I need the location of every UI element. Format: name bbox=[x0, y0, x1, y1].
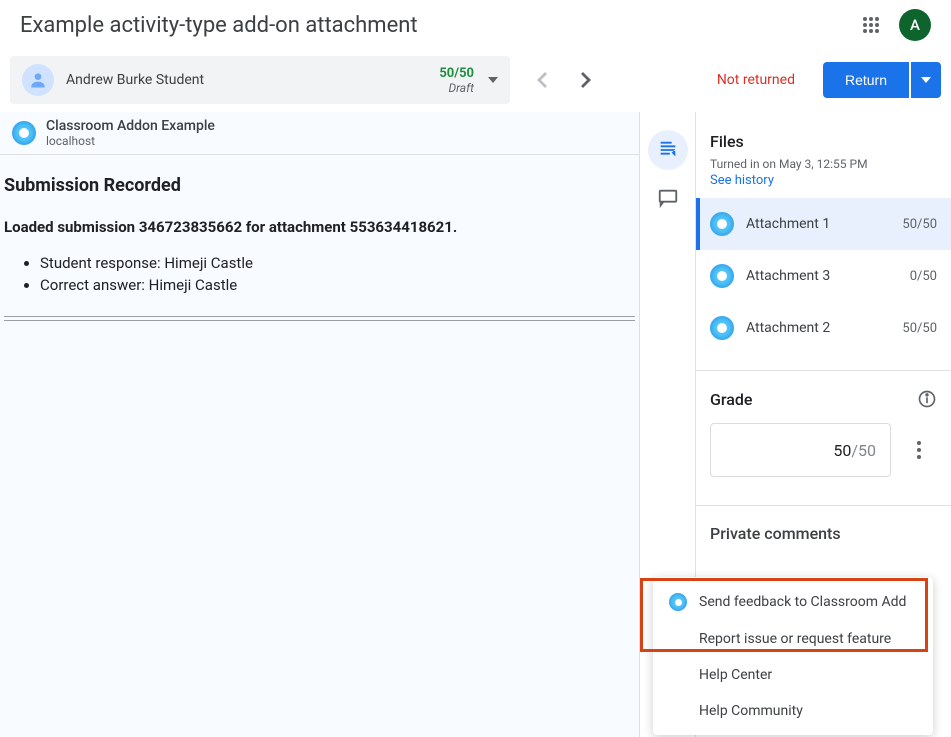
attachment-name: Attachment 1 bbox=[746, 216, 890, 232]
student-selector[interactable]: Andrew Burke Student 50/50 Draft bbox=[10, 56, 510, 104]
apps-icon[interactable] bbox=[859, 13, 883, 37]
prev-student-button[interactable] bbox=[522, 60, 562, 100]
files-title: Files bbox=[696, 132, 951, 157]
popup-item-label: Send feedback to Classroom Add bbox=[699, 594, 906, 610]
return-dropdown-button[interactable] bbox=[911, 62, 941, 98]
submission-details-list: Student response: Himeji Castle Correct … bbox=[40, 254, 635, 294]
attachment-name: Attachment 2 bbox=[746, 320, 890, 336]
attachment-score: 0/50 bbox=[910, 269, 937, 284]
avatar[interactable]: A bbox=[899, 9, 931, 41]
chevron-down-icon bbox=[488, 77, 498, 83]
attachment-name: Attachment 3 bbox=[746, 268, 898, 284]
page-title: Example activity-type add-on attachment bbox=[20, 13, 418, 38]
grade-input[interactable]: 50/50 bbox=[710, 423, 891, 477]
addon-icon bbox=[669, 593, 687, 611]
return-button[interactable]: Return bbox=[823, 62, 909, 98]
grade-value: 50 bbox=[833, 441, 851, 460]
attachment-row[interactable]: Attachment 2 50/50 bbox=[696, 302, 951, 354]
attachment-list: Attachment 1 50/50 Attachment 3 0/50 Att… bbox=[696, 198, 951, 354]
see-history-link[interactable]: See history bbox=[696, 171, 951, 198]
addon-title: Classroom Addon Example bbox=[46, 118, 215, 134]
submission-heading: Submission Recorded bbox=[4, 175, 635, 196]
attachment-score: 50/50 bbox=[902, 217, 937, 232]
grade-title: Grade bbox=[710, 390, 752, 409]
student-name: Andrew Burke Student bbox=[66, 72, 439, 88]
student-score: 50/50 bbox=[439, 66, 474, 81]
popup-help-community[interactable]: Help Community bbox=[653, 693, 933, 729]
addon-icon bbox=[12, 121, 36, 145]
private-comments-title: Private comments bbox=[696, 524, 951, 553]
next-student-button[interactable] bbox=[566, 60, 606, 100]
popup-item-label: Report issue or request feature bbox=[699, 631, 891, 647]
attachment-row[interactable]: Attachment 3 0/50 bbox=[696, 250, 951, 302]
student-avatar-icon bbox=[22, 64, 54, 96]
popup-item-label: Help Center bbox=[699, 667, 772, 683]
grade-denominator: /50 bbox=[851, 441, 876, 460]
divider bbox=[4, 316, 635, 317]
divider bbox=[4, 320, 635, 321]
attachment-icon bbox=[710, 264, 734, 288]
draft-label: Draft bbox=[439, 81, 474, 95]
attachment-score: 50/50 bbox=[902, 321, 937, 336]
attachment-icon bbox=[710, 316, 734, 340]
attachment-row[interactable]: Attachment 1 50/50 bbox=[696, 198, 951, 250]
popup-report-issue[interactable]: Report issue or request feature bbox=[653, 621, 933, 657]
grade-menu-button[interactable] bbox=[901, 432, 937, 468]
popup-send-feedback[interactable]: Send feedback to Classroom Add bbox=[653, 583, 933, 621]
status-text: Not returned bbox=[717, 72, 795, 88]
attachment-icon bbox=[710, 212, 734, 236]
turned-in-text: Turned in on May 3, 12:55 PM bbox=[696, 157, 951, 171]
popup-help-center[interactable]: Help Center bbox=[653, 657, 933, 693]
help-popup: Send feedback to Classroom Add Report is… bbox=[653, 577, 933, 735]
info-icon[interactable] bbox=[917, 389, 937, 409]
submission-loaded-text: Loaded submission 346723835662 for attac… bbox=[4, 218, 635, 236]
tab-files[interactable] bbox=[648, 130, 688, 170]
tab-comments[interactable] bbox=[648, 178, 688, 218]
list-item: Correct answer: Himeji Castle bbox=[40, 276, 635, 294]
popup-item-label: Help Community bbox=[699, 703, 803, 719]
list-item: Student response: Himeji Castle bbox=[40, 254, 635, 272]
addon-host: localhost bbox=[46, 134, 215, 148]
